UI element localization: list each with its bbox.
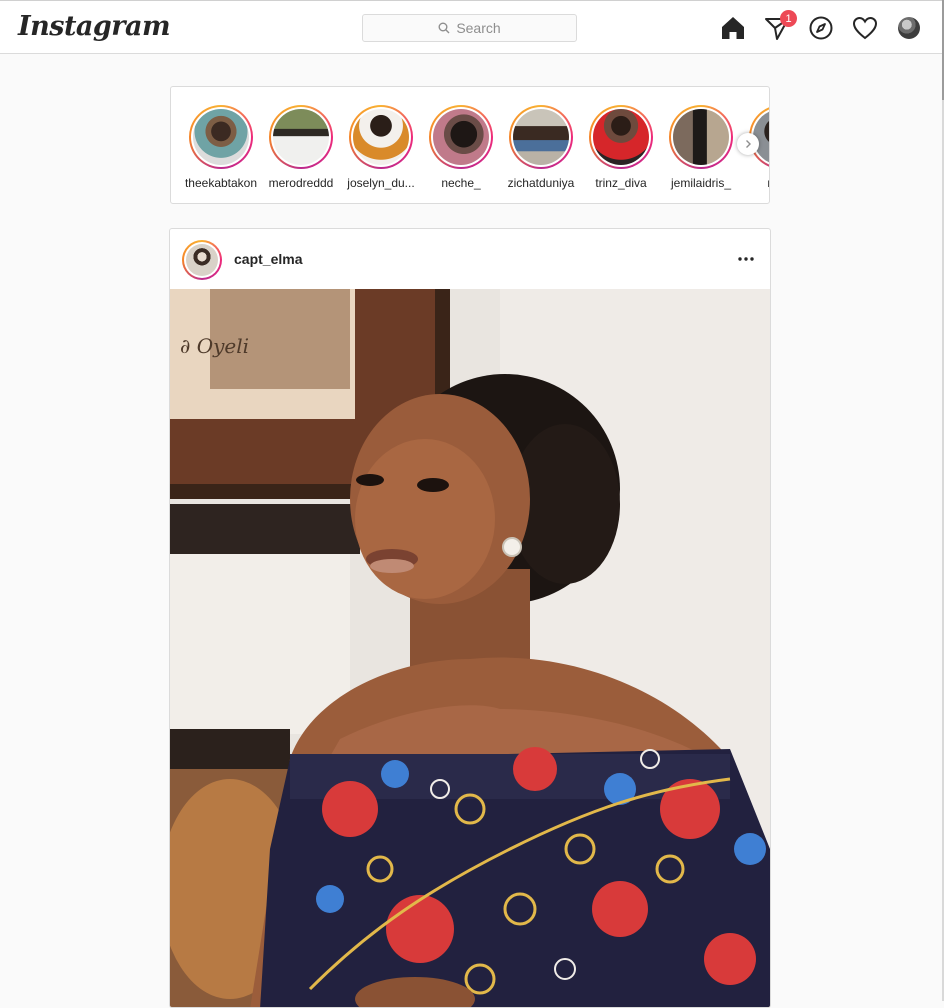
story-username: marb bbox=[741, 176, 769, 190]
story-avatar bbox=[353, 109, 409, 165]
story-item[interactable]: merodreddd bbox=[261, 105, 341, 190]
instagram-logo[interactable]: Instagram bbox=[18, 11, 171, 42]
search-input[interactable]: Search bbox=[362, 14, 577, 42]
story-item[interactable]: trinz_diva bbox=[581, 105, 661, 190]
post-header: capt_elma bbox=[170, 229, 770, 289]
story-item[interactable]: jemilaidris_ bbox=[661, 105, 741, 190]
story-ring bbox=[269, 105, 333, 169]
chevron-right-icon bbox=[746, 140, 751, 148]
activity-heart-icon[interactable] bbox=[851, 14, 879, 42]
story-avatar bbox=[593, 109, 649, 165]
story-avatar bbox=[273, 109, 329, 165]
story-item[interactable]: joselyn_du... bbox=[341, 105, 421, 190]
story-avatar bbox=[193, 109, 249, 165]
story-username: jemilaidris_ bbox=[670, 176, 732, 190]
search-icon bbox=[438, 22, 450, 34]
top-navigation: Instagram Search bbox=[0, 0, 942, 54]
story-username: merodreddd bbox=[268, 176, 334, 190]
post-photo-illustration: ∂ Oyeli bbox=[170, 289, 770, 1007]
story-username: joselyn_du... bbox=[347, 176, 415, 190]
story-avatar bbox=[673, 109, 729, 165]
story-ring bbox=[189, 105, 253, 169]
svg-text:∂ Oyeli: ∂ Oyeli bbox=[180, 334, 249, 358]
story-username: trinz_diva bbox=[595, 176, 647, 190]
post-author-username[interactable]: capt_elma bbox=[234, 251, 302, 267]
stories-tray: theekabtakon merodreddd joselyn_du... ne… bbox=[170, 86, 770, 204]
story-item[interactable]: neche_ bbox=[421, 105, 501, 190]
story-ring bbox=[349, 105, 413, 169]
profile-avatar[interactable] bbox=[898, 17, 920, 39]
story-ring bbox=[589, 105, 653, 169]
story-username: neche_ bbox=[441, 176, 481, 190]
feed-post: capt_elma ∂ Oyeli bbox=[169, 228, 771, 1008]
story-item[interactable]: theekabtakon bbox=[181, 105, 261, 190]
story-avatar bbox=[433, 109, 489, 165]
story-username: theekabtakon bbox=[184, 176, 258, 190]
more-options-icon[interactable] bbox=[736, 251, 756, 267]
story-username: zichatduniya bbox=[507, 176, 575, 190]
search-placeholder: Search bbox=[456, 20, 501, 36]
story-ring bbox=[429, 105, 493, 169]
direct-notification-badge: 1 bbox=[780, 10, 797, 27]
home-icon[interactable] bbox=[719, 14, 747, 42]
story-ring bbox=[509, 105, 573, 169]
explore-icon[interactable] bbox=[807, 14, 835, 42]
post-photo[interactable]: ∂ Oyeli bbox=[170, 289, 770, 1007]
story-ring bbox=[669, 105, 733, 169]
story-avatar bbox=[513, 109, 569, 165]
story-item[interactable]: zichatduniya bbox=[501, 105, 581, 190]
post-author-avatar[interactable] bbox=[182, 240, 222, 280]
stories-next-button[interactable] bbox=[737, 133, 759, 155]
